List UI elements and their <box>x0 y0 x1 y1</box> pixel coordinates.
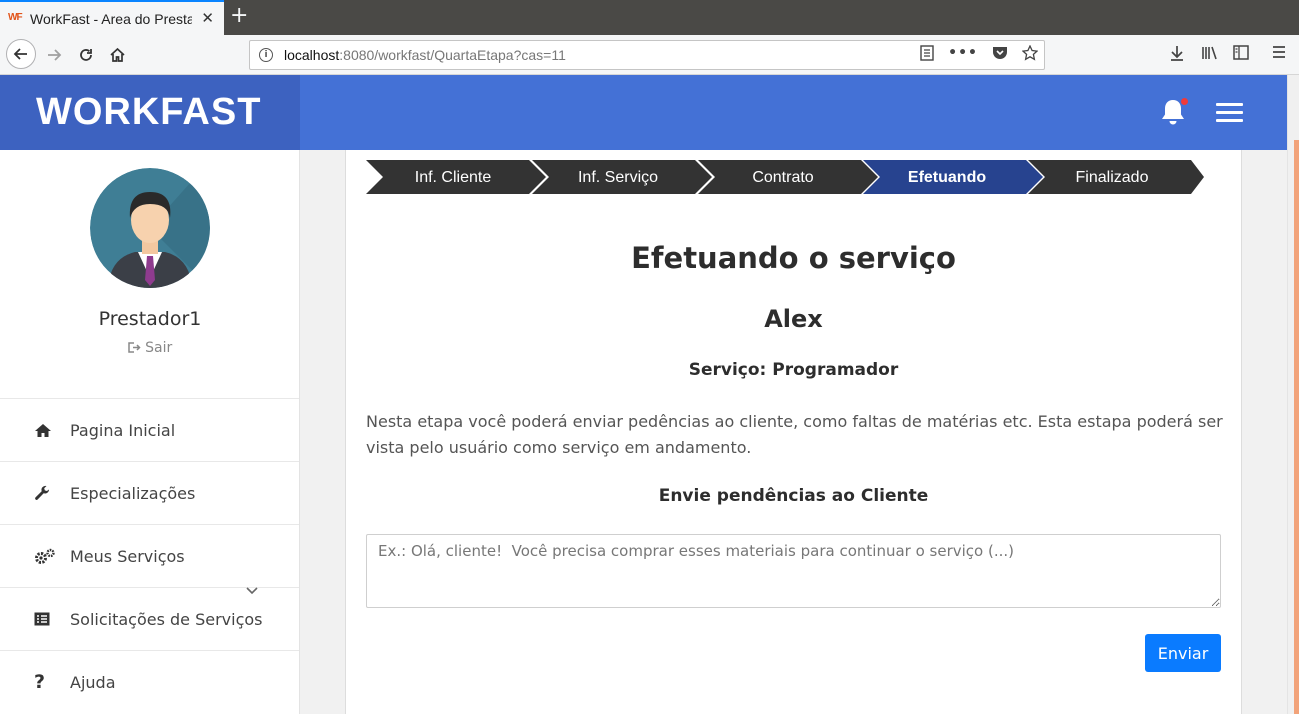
step-efetuando[interactable]: Efetuando <box>863 160 1043 194</box>
browser-menu-icon[interactable] <box>1272 45 1286 59</box>
page-actions-icon[interactable]: ••• <box>948 45 978 61</box>
pending-section-title: Envie pendências ao Cliente <box>658 486 929 506</box>
gears-icon <box>34 547 58 565</box>
sidebar-menu: Pagina Inicial Especializações Meus Serv… <box>0 398 299 713</box>
brand-text: WORKFAST <box>36 91 262 133</box>
avatar <box>90 168 210 288</box>
service-line: Serviço: Programador <box>688 360 899 380</box>
sidebar-item-label: Pagina Inicial <box>70 420 176 440</box>
pocket-icon[interactable] <box>992 45 1008 60</box>
site-info-icon[interactable]: i <box>259 48 273 62</box>
downloads-icon[interactable] <box>1169 45 1185 62</box>
scrollbar-thumb[interactable] <box>1294 140 1299 714</box>
tab-title: WorkFast - Area do Prestador <box>30 10 192 27</box>
logout-link[interactable]: Sair <box>0 340 300 356</box>
home-icon <box>34 421 58 439</box>
step-label: Efetuando <box>908 169 986 186</box>
brand-logo[interactable]: WORKFAST <box>0 75 300 150</box>
reader-view-icon[interactable] <box>920 45 934 61</box>
question-icon: ? <box>34 671 46 693</box>
sidebar-toggle-icon[interactable] <box>1233 45 1249 60</box>
step-description: Nesta etapa você poderá enviar pedências… <box>366 412 1223 457</box>
sign-out-icon <box>127 342 141 353</box>
tab-close-icon[interactable]: ✕ <box>201 9 214 27</box>
arrow-right-icon <box>48 49 62 61</box>
sidebar-item-label: Solicitações de Serviços <box>70 609 263 629</box>
client-name: Alex <box>764 305 823 333</box>
sidebar-item-label: Ajuda <box>70 672 116 692</box>
top-navbar <box>300 75 1287 150</box>
list-icon <box>34 610 58 628</box>
reload-icon <box>80 49 92 61</box>
notification-badge <box>1181 98 1188 105</box>
reload-button[interactable] <box>72 41 100 69</box>
library-icon[interactable] <box>1201 45 1218 61</box>
wrench-icon <box>34 484 58 502</box>
progress-steps: Inf. Cliente Inf. Serviço Contrato Efetu… <box>366 160 1204 194</box>
sidebar: Prestador1 Sair Pagina Inicial Especiali… <box>0 150 300 714</box>
sidebar-item-ajuda[interactable]: ? Ajuda <box>0 650 299 713</box>
sidebar-item-meus-servicos[interactable]: Meus Serviços <box>0 524 299 587</box>
step-label: Inf. Cliente <box>415 169 492 186</box>
logout-label: Sair <box>145 340 173 356</box>
url-text: localhost:8080/workfast/QuartaEtapa?cas=… <box>284 47 566 63</box>
username: Prestador1 <box>98 308 202 330</box>
step-finalizado[interactable]: Finalizado <box>1028 160 1204 194</box>
page-title: Efetuando o serviço <box>631 241 956 275</box>
step-label: Finalizado <box>1076 169 1149 186</box>
sidebar-item-label: Especializações <box>70 483 196 503</box>
new-tab-button[interactable]: + <box>230 3 248 28</box>
forward-button[interactable] <box>40 41 68 69</box>
arrow-left-icon <box>13 48 27 60</box>
browser-navbar: i localhost:8080/workfast/QuartaEtapa?ca… <box>0 35 1299 75</box>
sidebar-item-pagina-inicial[interactable]: Pagina Inicial <box>0 398 299 461</box>
chevron-down-icon[interactable] <box>246 584 258 598</box>
browser-tab[interactable]: WF WorkFast - Area do Prestador ✕ <box>0 0 224 35</box>
step-label: Inf. Serviço <box>578 169 658 186</box>
back-button[interactable] <box>6 39 36 69</box>
sidebar-item-label: Meus Serviços <box>70 546 185 566</box>
step-label: Contrato <box>752 169 813 186</box>
send-button[interactable]: Enviar <box>1145 634 1221 672</box>
bookmark-star-icon[interactable] <box>1022 45 1038 61</box>
home-button[interactable] <box>103 41 131 69</box>
step-inf-servico[interactable]: Inf. Serviço <box>532 160 712 194</box>
browser-tab-strip: WF WorkFast - Area do Prestador ✕ + <box>0 0 1299 35</box>
step-inf-cliente[interactable]: Inf. Cliente <box>366 160 546 194</box>
step-contrato[interactable]: Contrato <box>698 160 878 194</box>
url-bar[interactable]: i localhost:8080/workfast/QuartaEtapa?ca… <box>249 40 1045 70</box>
hamburger-menu-icon[interactable] <box>1216 103 1243 123</box>
pending-message-input[interactable] <box>366 534 1221 608</box>
workfast-favicon-icon: WF <box>8 11 23 23</box>
sidebar-item-especializacoes[interactable]: Especializações <box>0 461 299 524</box>
home-icon <box>109 47 125 62</box>
